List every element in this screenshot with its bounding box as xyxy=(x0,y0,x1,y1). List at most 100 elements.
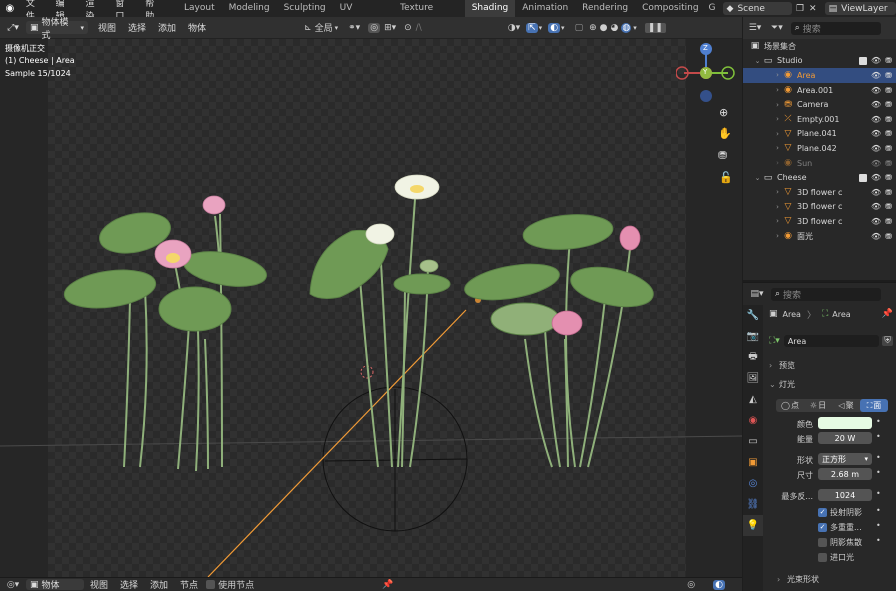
outliner-row[interactable]: › ▽ 3D flower c 👁 ⛃ xyxy=(743,214,896,229)
overlay-toggle-icon[interactable]: ◐ xyxy=(548,22,561,33)
render-camera-icon[interactable]: ⛃ xyxy=(884,115,893,124)
node-menu-node[interactable]: 节点 xyxy=(174,578,204,591)
size-field[interactable]: 2.68 m xyxy=(818,468,872,480)
viewport-menu-add[interactable]: 添加 xyxy=(152,21,182,34)
lock-icon[interactable]: 🔓 xyxy=(719,171,733,184)
light-data-tab-icon[interactable]: 💡 xyxy=(743,515,763,536)
chevron-right-icon[interactable]: › xyxy=(773,101,782,109)
visibility-eye-icon[interactable]: 👁 xyxy=(871,129,881,138)
tab-uv-editing[interactable]: UV Editing xyxy=(333,0,394,30)
light-type-spot[interactable]: ◁ 聚 xyxy=(832,399,860,412)
node-menu-add[interactable]: 添加 xyxy=(144,578,174,591)
render-camera-icon[interactable]: ⛃ xyxy=(884,217,893,226)
tab-shading[interactable]: Shading xyxy=(464,0,516,17)
tab-sculpting[interactable]: Sculpting xyxy=(277,0,333,17)
proportional-edit-icon[interactable]: ⊙ xyxy=(404,23,412,33)
pause-icon[interactable]: ❚❚ xyxy=(644,22,666,33)
tab-texture-paint[interactable]: Texture Paint xyxy=(393,0,465,30)
visibility-eye-icon[interactable]: 👁 xyxy=(871,86,881,95)
outliner-row[interactable]: › ◉ Sun 👁 ⛃ xyxy=(743,156,896,171)
render-camera-icon[interactable]: ⛃ xyxy=(884,232,893,241)
node-menu-view[interactable]: 视图 xyxy=(84,578,114,591)
world-tab-icon[interactable]: ◉ xyxy=(743,410,763,431)
viewport-menu-view[interactable]: 视图 xyxy=(92,21,122,34)
outliner-row[interactable]: › ▽ Plane.042 👁 ⛃ xyxy=(743,141,896,156)
keyframe-dot-icon[interactable]: • xyxy=(876,432,881,441)
outliner-root-collection[interactable]: ▣ 场景集合 xyxy=(743,39,896,54)
chevron-down-icon[interactable]: ⌄ xyxy=(753,174,762,182)
physics-tab-icon[interactable]: ◎ xyxy=(743,473,763,494)
shading-rendered-icon[interactable]: ◍ xyxy=(621,22,632,33)
scene-selector[interactable]: ◆ Scene xyxy=(722,2,792,15)
transform-orientation[interactable]: ⊾ 全局 ▾ xyxy=(304,21,338,35)
light-type-area[interactable]: ⛶ 面 xyxy=(860,399,888,412)
keyframe-dot-icon[interactable]: • xyxy=(876,489,881,498)
visibility-eye-icon[interactable]: 👁 xyxy=(871,159,881,168)
scene-tab-icon[interactable]: ◭ xyxy=(743,389,763,410)
camera-view-icon[interactable]: ⛃ xyxy=(718,149,727,162)
outliner-row[interactable]: › ▽ 3D flower c 👁 ⛃ xyxy=(743,185,896,200)
zoom-icon[interactable]: ⊕ xyxy=(719,106,728,119)
editor-type-icon[interactable]: ◎▾ xyxy=(0,580,26,590)
shape-dropdown[interactable]: 正方形 ▾ xyxy=(818,453,872,465)
keyframe-dot-icon[interactable]: • xyxy=(876,536,881,545)
object-tab-icon[interactable]: ▣ xyxy=(743,452,763,473)
tab-animation[interactable]: Animation xyxy=(515,0,575,17)
render-camera-icon[interactable]: ⛃ xyxy=(884,100,893,109)
tab-compositing[interactable]: Compositing xyxy=(635,0,705,17)
cast-shadow-option[interactable]: ✓ 投射阴影 xyxy=(818,506,862,518)
outliner-row[interactable]: ⌄ ▭ Cheese 👁 ⛃ xyxy=(743,170,896,185)
shadow-caustics-option[interactable]: 阴影焦散 xyxy=(818,536,862,548)
section-light[interactable]: ⌄ 灯光 xyxy=(769,378,893,390)
keyframe-dot-icon[interactable]: • xyxy=(876,453,881,462)
datablock-name-field[interactable]: Area xyxy=(783,335,880,347)
outliner-row[interactable]: › ◉ Area.001 👁 ⛃ xyxy=(743,83,896,98)
outliner-row[interactable]: › ⛃ Camera 👁 ⛃ xyxy=(743,97,896,112)
color-swatch[interactable] xyxy=(818,417,872,429)
chevron-right-icon[interactable]: › xyxy=(773,71,782,79)
pin-icon[interactable]: 📌 xyxy=(382,580,393,590)
pivot-icon[interactable]: ⚭▾ xyxy=(348,23,360,33)
energy-field[interactable]: 20 W xyxy=(818,432,872,444)
chevron-down-icon[interactable]: ⌄ xyxy=(753,57,762,65)
render-camera-icon[interactable]: ⛃ xyxy=(884,173,893,182)
render-camera-icon[interactable]: ⛃ xyxy=(884,71,893,80)
chevron-right-icon[interactable]: › xyxy=(773,232,782,240)
view-layer-tab-icon[interactable]: 🖼 xyxy=(743,368,763,389)
max-bounces-field[interactable]: 1024 xyxy=(818,489,872,501)
cast-shadow-checkbox[interactable]: ✓ xyxy=(818,507,827,517)
view-layer-selector[interactable]: ▤ ViewLayer xyxy=(824,2,896,15)
filter-icon[interactable]: ⏷▾ xyxy=(771,23,783,33)
shading-solid-icon[interactable]: ● xyxy=(600,23,608,33)
chevron-right-icon[interactable]: › xyxy=(773,144,782,152)
outliner-row[interactable]: › ▽ Plane.041 👁 ⛃ xyxy=(743,127,896,142)
visibility-icon[interactable]: ◑▾ xyxy=(508,23,520,33)
light-data-icon[interactable]: ⛶▾ xyxy=(769,336,780,346)
output-tab-icon[interactable]: 🖶 xyxy=(743,347,763,368)
chevron-down-icon[interactable]: ▾ xyxy=(561,24,565,32)
visibility-eye-icon[interactable]: 👁 xyxy=(871,202,881,211)
visibility-eye-icon[interactable]: 👁 xyxy=(871,56,881,65)
editor-type-icon[interactable]: ⤢▾ xyxy=(0,23,26,33)
snap-icon[interactable]: ◎ xyxy=(687,580,695,590)
visibility-eye-icon[interactable]: 👁 xyxy=(871,144,881,153)
snap-target-icon[interactable]: ⊞▾ xyxy=(384,23,396,33)
visibility-eye-icon[interactable]: 👁 xyxy=(871,232,881,241)
gizmo-toggle-icon[interactable]: ⇱ xyxy=(526,22,538,33)
outliner-row[interactable]: › ◉ 面光 👁 ⛃ xyxy=(743,229,896,244)
keyframe-dot-icon[interactable]: • xyxy=(876,468,881,477)
outliner-row[interactable]: ⌄ ▭ Studio 👁 ⛃ xyxy=(743,54,896,69)
viewport-menu-object[interactable]: 物体 xyxy=(182,21,212,34)
render-camera-icon[interactable]: ⛃ xyxy=(884,86,893,95)
tab-layout[interactable]: Layout xyxy=(177,0,222,17)
snap-icon[interactable]: ◎ xyxy=(368,22,381,33)
tab-rendering[interactable]: Rendering xyxy=(575,0,635,17)
copy-icon[interactable]: ❐ xyxy=(796,4,804,14)
visibility-eye-icon[interactable]: 👁 xyxy=(871,217,881,226)
falloff-icon[interactable]: /\ xyxy=(416,23,422,33)
node-menu-select[interactable]: 选择 xyxy=(114,578,144,591)
portal-checkbox[interactable] xyxy=(818,552,827,562)
visibility-eye-icon[interactable]: 👁 xyxy=(871,71,881,80)
outliner-row[interactable]: › ▽ 3D flower c 👁 ⛃ xyxy=(743,200,896,215)
shader-type-selector[interactable]: ▣ 物体 xyxy=(26,579,84,591)
